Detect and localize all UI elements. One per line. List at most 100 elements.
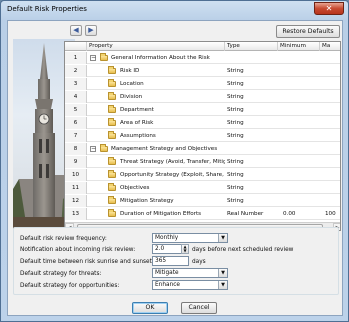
property-type: String	[227, 94, 244, 100]
folder-icon	[108, 92, 116, 100]
sunrise-sunset-label: Default time between risk sunrise and su…	[20, 259, 154, 265]
property-minimum[interactable]	[283, 65, 319, 77]
header-rownum	[65, 42, 87, 51]
row-number: 5	[65, 104, 87, 116]
cancel-button[interactable]: Cancel	[181, 302, 217, 314]
property-name: Area of Risk	[120, 120, 154, 126]
table-row[interactable]: 10 Opportunity Strategy (Exploit, Share, …	[65, 169, 340, 181]
property-minimum[interactable]	[283, 130, 319, 142]
title-bar[interactable]: Default Risk Properties ✕	[1, 1, 348, 19]
back-button[interactable]: ◀	[70, 25, 82, 36]
opportunities-strategy-select[interactable]: Enhance ▼	[152, 280, 228, 290]
property-name: Location	[120, 81, 144, 87]
table-row[interactable]: 6 Area of Risk String	[65, 117, 340, 129]
property-minimum[interactable]	[283, 182, 319, 194]
table-row[interactable]: 3 Location String	[65, 78, 340, 90]
header-minimum[interactable]: Minimum	[278, 42, 320, 51]
property-minimum[interactable]: 0.00	[283, 208, 319, 220]
property-minimum[interactable]	[283, 91, 319, 103]
header-type[interactable]: Type	[225, 42, 278, 51]
window-title: Default Risk Properties	[7, 5, 87, 13]
property-maximum[interactable]	[325, 182, 340, 194]
property-maximum[interactable]	[325, 78, 340, 90]
table-row[interactable]: 12 Mitigation Strategy String	[65, 195, 340, 207]
property-name: Risk ID	[120, 68, 140, 74]
property-minimum[interactable]	[283, 156, 319, 168]
property-maximum[interactable]	[325, 195, 340, 207]
property-maximum[interactable]	[325, 130, 340, 142]
property-minimum[interactable]	[283, 78, 319, 90]
row-number: 1	[65, 52, 87, 64]
property-grid[interactable]: Property Type Minimum Ma 1− General Infor…	[64, 41, 341, 231]
property-type: String	[227, 107, 244, 113]
folder-icon	[108, 105, 116, 113]
table-row[interactable]: 9 Threat Strategy (Avoid, Transfer, Mitig…	[65, 156, 340, 168]
collapse-icon[interactable]: −	[90, 146, 96, 152]
property-minimum[interactable]	[283, 117, 319, 129]
table-row[interactable]: 7 Assumptions String	[65, 130, 340, 142]
property-name: General Information About the Risk	[111, 55, 210, 61]
property-maximum[interactable]	[325, 169, 340, 181]
row-number: 7	[65, 130, 87, 142]
review-frequency-label: Default risk review frequency:	[20, 236, 107, 242]
chevron-down-icon[interactable]: ▼	[218, 234, 227, 242]
forward-button[interactable]: ▶	[85, 25, 97, 36]
opportunities-strategy-label: Default strategy for opportunities:	[20, 283, 120, 289]
grid-group-row[interactable]: 8− Management Strategy and Objectives	[65, 143, 340, 155]
chevron-down-icon[interactable]: ▼	[218, 269, 227, 277]
table-row[interactable]: 2 Risk ID String	[65, 65, 340, 77]
property-name: Mitigation Strategy	[120, 198, 174, 204]
table-row[interactable]: 4 Division String	[65, 91, 340, 103]
property-maximum[interactable]	[325, 104, 340, 116]
property-name: Duration of Mitigation Efforts	[120, 211, 202, 217]
notification-spinner[interactable]: ▲ ▼	[181, 244, 189, 254]
row-number: 2	[65, 65, 87, 77]
property-minimum[interactable]	[283, 169, 319, 181]
spin-down-icon[interactable]: ▼	[182, 249, 188, 253]
ok-button[interactable]: OK	[132, 302, 168, 314]
folder-icon	[108, 131, 116, 139]
property-minimum[interactable]	[283, 195, 319, 207]
property-maximum[interactable]	[325, 91, 340, 103]
property-type: String	[227, 185, 244, 191]
property-maximum[interactable]	[325, 117, 340, 129]
row-number: 9	[65, 156, 87, 168]
property-name: Opportunity Strategy (Exploit, Share, En	[120, 172, 225, 178]
sunrise-sunset-days-input[interactable]: 365	[152, 256, 189, 266]
threats-strategy-select[interactable]: Mitigate ▼	[152, 268, 228, 278]
property-name: Management Strategy and Objectives	[111, 146, 218, 152]
property-maximum[interactable]	[325, 156, 340, 168]
table-row[interactable]: 11 Objectives String	[65, 182, 340, 194]
notification-suffix: days before next scheduled review	[192, 247, 294, 253]
header-maximum[interactable]: Ma	[320, 42, 340, 51]
property-maximum[interactable]: 100	[325, 208, 340, 220]
folder-icon	[108, 157, 116, 165]
grid-group-row[interactable]: 1− General Information About the Risk	[65, 52, 340, 64]
header-property[interactable]: Property	[87, 42, 225, 51]
sunrise-sunset-suffix: days	[192, 259, 206, 265]
chevron-down-icon[interactable]: ▼	[218, 281, 227, 289]
folder-icon	[108, 170, 116, 178]
property-type: Real Number	[227, 211, 264, 217]
restore-defaults-button[interactable]: Restore Defaults	[276, 25, 340, 38]
property-name: Division	[120, 94, 143, 100]
folder-icon	[108, 209, 116, 217]
property-maximum[interactable]	[325, 65, 340, 77]
property-minimum[interactable]	[283, 104, 319, 116]
threats-strategy-value: Mitigate	[155, 270, 179, 276]
table-row[interactable]: 5 Department String	[65, 104, 340, 116]
row-number: 11	[65, 182, 87, 194]
review-frequency-value: Monthly	[155, 235, 179, 241]
table-row[interactable]: 13 Duration of Mitigation Efforts Real Num…	[65, 208, 340, 220]
review-frequency-select[interactable]: Monthly ▼	[152, 233, 228, 243]
close-button[interactable]: ✕	[314, 2, 344, 15]
notification-days-input[interactable]: 2.0	[152, 244, 182, 254]
property-type: String	[227, 68, 244, 74]
collapse-icon[interactable]: −	[90, 55, 96, 61]
property-name: Assumptions	[120, 133, 156, 139]
property-type: String	[227, 159, 244, 165]
folder-icon	[108, 183, 116, 191]
folder-icon	[108, 196, 116, 204]
threats-strategy-label: Default strategy for threats:	[20, 271, 102, 277]
row-number: 3	[65, 78, 87, 90]
